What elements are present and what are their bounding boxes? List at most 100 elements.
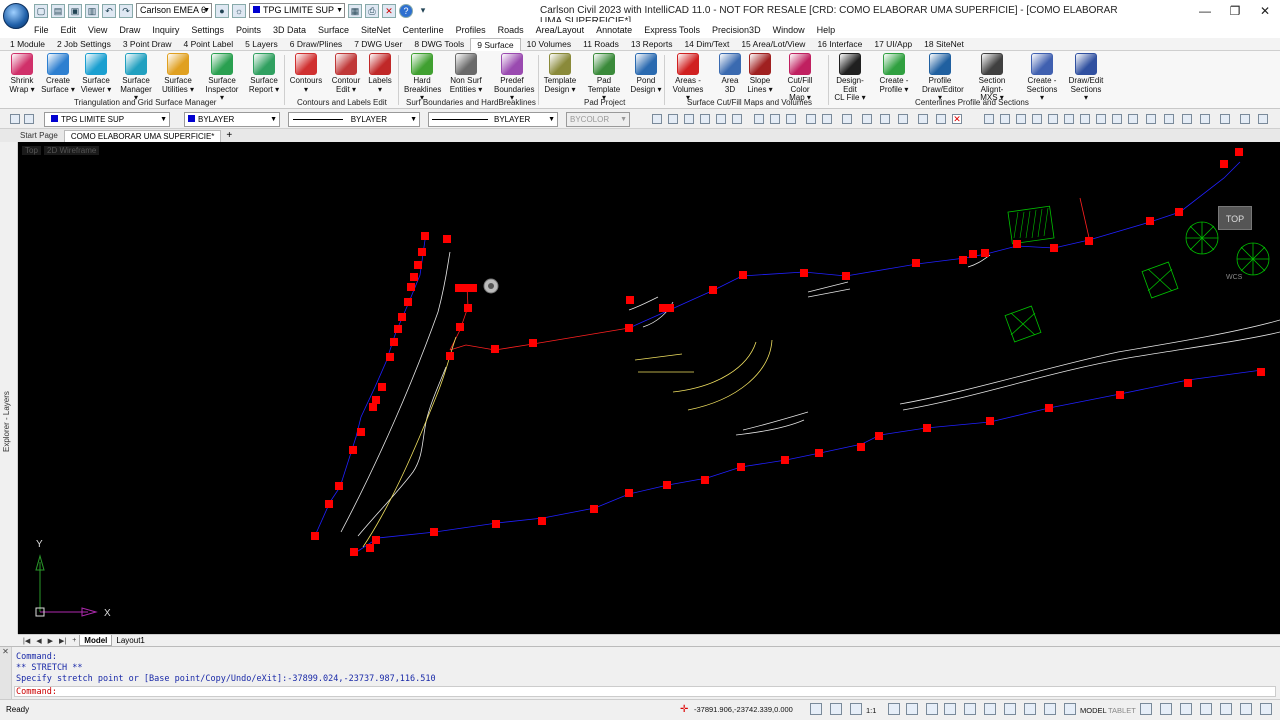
boundary-vertex-marker[interactable] [357, 428, 365, 436]
tab-dim-text[interactable]: 14 Dim/Text [678, 38, 735, 51]
boundary-vertex-marker[interactable] [350, 548, 358, 556]
boundary-vertex-marker[interactable] [469, 284, 477, 292]
print-icon[interactable]: ⎙ [365, 3, 379, 18]
ribbon-button-6[interactable]: Surface Report ▾ [246, 53, 282, 94]
menu-view[interactable]: View [82, 25, 113, 35]
status-toggle-icon[interactable] [1004, 703, 1016, 715]
last-layout-icon[interactable]: ▶| [56, 637, 69, 645]
menu-precision3d[interactable]: Precision3D [706, 25, 767, 35]
plotstyle-combo[interactable]: BYCOLOR ▼ [566, 112, 630, 127]
status-toggle-icon[interactable] [888, 703, 900, 715]
toolbar-tool-icon[interactable] [786, 114, 796, 124]
boundary-vertex-marker[interactable] [981, 249, 989, 257]
first-layout-icon[interactable]: |◀ [20, 637, 33, 645]
toolbar-tool-icon[interactable] [984, 114, 994, 124]
linetype-combo[interactable]: BYLAYER ▼ [288, 112, 420, 127]
toolbar-tool-icon[interactable] [684, 114, 694, 124]
menu-points[interactable]: Points [230, 25, 267, 35]
toolbar-tool-icon[interactable] [700, 114, 710, 124]
boundary-vertex-marker[interactable] [1045, 404, 1053, 412]
menu-3d-data[interactable]: 3D Data [267, 25, 312, 35]
model-space-toggle[interactable]: MODEL [1080, 706, 1107, 715]
boundary-vertex-marker[interactable] [372, 396, 380, 404]
toolbar-tool-icon[interactable] [862, 114, 872, 124]
boundary-vertex-marker[interactable] [404, 298, 412, 306]
boundary-vertex-marker[interactable] [1220, 160, 1228, 168]
ribbon-button-3[interactable]: Surface Manager ▾ [118, 53, 154, 103]
boundary-vertex-marker[interactable] [959, 256, 967, 264]
toolbar-tool-icon[interactable] [880, 114, 890, 124]
tab-reports[interactable]: 13 Reports [625, 38, 679, 51]
layer-manager-icon[interactable] [24, 114, 34, 124]
boundary-vertex-marker[interactable] [414, 261, 422, 269]
toolbar-tool-icon[interactable] [1258, 114, 1268, 124]
boundary-vertex-marker[interactable] [430, 528, 438, 536]
status-toggle-icon[interactable] [810, 703, 822, 715]
drawing-canvas[interactable]: Y X WCS [18, 142, 1280, 634]
save-icon[interactable]: ▣ [68, 3, 82, 18]
ribbon-button-1[interactable]: Create Surface ▾ [40, 53, 76, 94]
tab-ui-app[interactable]: 17 UI/App [868, 38, 918, 51]
toolbar-tool-icon[interactable] [1064, 114, 1074, 124]
command-window-close-icon[interactable]: ✕ [0, 647, 12, 699]
toolbar-tool-icon[interactable] [1146, 114, 1156, 124]
layer-combo[interactable]: TPG LIMITE SUP ▼ [44, 112, 170, 127]
menu-help[interactable]: Help [811, 25, 842, 35]
boundary-vertex-marker[interactable] [842, 272, 850, 280]
color-combo[interactable]: BYLAYER ▼ [184, 112, 280, 127]
toolbar-tool-icon[interactable] [918, 114, 928, 124]
status-toggle-icon[interactable] [1044, 703, 1056, 715]
toolbar-tool-icon[interactable] [652, 114, 662, 124]
menu-draw[interactable]: Draw [113, 25, 146, 35]
ribbon-button-22[interactable]: Profile Draw/Editor ▾ [922, 53, 964, 103]
boundary-vertex-marker[interactable] [986, 417, 994, 425]
toolbar-tool-icon[interactable] [668, 114, 678, 124]
menu-centerline[interactable]: Centerline [397, 25, 450, 35]
explorer-layers-panel[interactable]: Explorer - Layers [0, 142, 18, 634]
boundary-vertex-marker[interactable] [538, 517, 546, 525]
toolbar-tool-icon[interactable] [898, 114, 908, 124]
tab-point-label[interactable]: 4 Point Label [178, 38, 240, 51]
ribbon-button-16[interactable]: Areas - Volumes ▾ [670, 53, 706, 103]
navigation-cube[interactable]: TOP [1218, 206, 1252, 230]
toolbar-tool-icon[interactable] [1000, 114, 1010, 124]
tab-job-settings[interactable]: 2 Job Settings [51, 38, 117, 51]
menu-sitenet[interactable]: SiteNet [355, 25, 397, 35]
ribbon-button-7[interactable]: Contours ▾ [288, 53, 324, 94]
toolbar-tool-icon[interactable] [842, 114, 852, 124]
status-toggle-icon[interactable] [984, 703, 996, 715]
boundary-vertex-marker[interactable] [1013, 240, 1021, 248]
toolbar-tool-icon[interactable] [1164, 114, 1174, 124]
boundary-vertex-marker[interactable] [325, 500, 333, 508]
boundary-vertex-marker[interactable] [1175, 208, 1183, 216]
undo-icon[interactable]: ↶ [102, 3, 116, 18]
ribbon-button-20[interactable]: Design-Edit CL File ▾ [832, 53, 868, 103]
status-toggle-icon[interactable] [830, 703, 842, 715]
boundary-vertex-marker[interactable] [369, 403, 377, 411]
tab-area-lot-view[interactable]: 15 Area/Lot/View [735, 38, 811, 51]
redo-icon[interactable]: ↷ [119, 3, 133, 18]
boundary-vertex-marker[interactable] [372, 536, 380, 544]
boundary-vertex-marker[interactable] [626, 296, 634, 304]
status-toggle-icon[interactable] [944, 703, 956, 715]
boundary-vertex-marker[interactable] [443, 235, 451, 243]
new-tab-icon[interactable]: + [221, 130, 237, 142]
status-toggle-icon[interactable] [1140, 703, 1152, 715]
ribbon-button-19[interactable]: Cut/Fill Color Map ▾ [782, 53, 818, 103]
toolbar-tool-icon[interactable] [732, 114, 742, 124]
boundary-vertex-marker[interactable] [407, 283, 415, 291]
menu-roads[interactable]: Roads [492, 25, 530, 35]
tab-interface[interactable]: 16 Interface [811, 38, 868, 51]
ribbon-button-0[interactable]: Shrink Wrap ▾ [4, 53, 40, 94]
boundary-vertex-marker[interactable] [1050, 244, 1058, 252]
layer-combo-top[interactable]: TPG LIMITE SUP ▼ [249, 3, 345, 18]
ribbon-button-15[interactable]: Pond Design ▾ [628, 53, 664, 94]
ribbon-button-23[interactable]: Section Alignt-MXS ▾ [974, 53, 1010, 103]
boundary-vertex-marker[interactable] [1085, 237, 1093, 245]
boundary-vertex-marker[interactable] [625, 324, 633, 332]
boundary-vertex-marker[interactable] [366, 544, 374, 552]
toolbar-tool-icon[interactable] [1200, 114, 1210, 124]
status-toggle-icon[interactable] [964, 703, 976, 715]
boundary-vertex-marker[interactable] [1146, 217, 1154, 225]
ribbon-button-12[interactable]: Predef Boundaries ▾ [494, 53, 534, 103]
